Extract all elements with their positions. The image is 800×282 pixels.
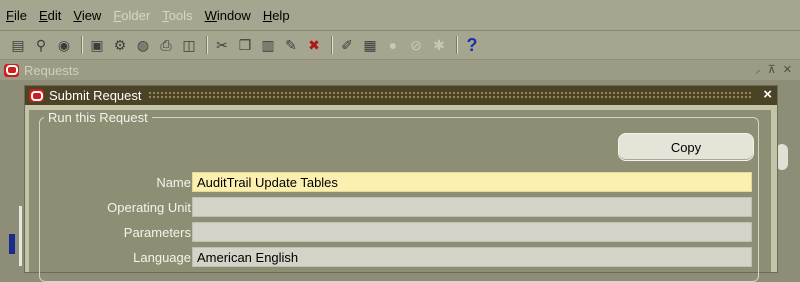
menu-view[interactable]: View	[67, 8, 107, 23]
menu-folder: Folder	[113, 7, 151, 23]
background-record-indicator	[9, 234, 15, 254]
cut-icon[interactable]: ✂	[212, 35, 232, 55]
toolbar-separator	[206, 36, 208, 54]
name-label: Name	[156, 175, 191, 190]
operating-unit-row: Operating Unit	[29, 197, 769, 219]
zoom-icon[interactable]: ▦	[360, 35, 380, 55]
toolbar-separator	[81, 36, 83, 54]
navigator-icon[interactable]: ◉	[54, 35, 74, 55]
menu-bar: File Edit View Folder Tools Window Help	[0, 0, 800, 31]
copy-button[interactable]: Copy	[618, 133, 754, 161]
oracle-icon	[4, 63, 19, 77]
next-step-icon[interactable]: ⚙	[110, 35, 130, 55]
group-legend: Run this Request	[48, 110, 148, 125]
clear-record-icon[interactable]: ✎	[281, 35, 301, 55]
parameters-label: Parameters	[123, 225, 191, 240]
background-record-border	[19, 206, 22, 266]
delete-record-icon[interactable]: ✖	[304, 35, 324, 55]
dialog-body: Run this Request Copy Name AuditTrail Up…	[29, 110, 771, 282]
menu-tools: Tools	[162, 7, 193, 23]
menu-edit[interactable]: Edit	[33, 8, 67, 23]
parameters-field[interactable]	[192, 222, 752, 242]
parameters-row: Parameters	[29, 222, 769, 244]
name-row: Name AuditTrail Update Tables	[29, 172, 769, 194]
close-form-icon[interactable]: ◫	[179, 35, 199, 55]
attachments-icon: ⊘	[410, 36, 422, 53]
help-icon[interactable]: ?	[462, 35, 482, 55]
window-controls[interactable]: ⸝ ⊼ ✕	[755, 62, 794, 77]
toolbar: ▤ ⚲ ◉ ▣ ⚙ ◍ ⎙ ◫ ✂ ❐ ▥ ✎ ✖ ✐ ▦ ● ⊘ ✱ ?	[0, 31, 800, 59]
save-icon[interactable]: ▣	[87, 35, 107, 55]
menu-window[interactable]: Window	[199, 8, 257, 23]
close-icon[interactable]: ×	[763, 86, 772, 103]
copy-icon[interactable]: ❐	[235, 35, 255, 55]
paste-icon[interactable]: ▥	[258, 35, 278, 55]
name-field[interactable]: AuditTrail Update Tables	[192, 172, 752, 192]
switch-responsibility-icon[interactable]: ◍	[133, 35, 153, 55]
operating-unit-field[interactable]	[192, 197, 752, 217]
language-field[interactable]: American English	[192, 247, 752, 267]
menu-file[interactable]: File	[0, 8, 33, 23]
dialog-title: Submit Request	[49, 88, 148, 103]
folder-tools-icon: ✱	[433, 36, 445, 53]
oracle-icon	[29, 89, 44, 102]
submit-request-dialog: Submit Request × Run this Request Copy N…	[24, 85, 778, 282]
translations-icon: ●	[388, 37, 398, 53]
language-row: Language American English	[29, 247, 769, 269]
language-label: Language	[133, 250, 191, 265]
titlebar-drag-pattern	[147, 91, 753, 100]
dialog-titlebar[interactable]: Submit Request ×	[25, 86, 777, 105]
edit-field-icon[interactable]: ✐	[337, 35, 357, 55]
menu-help[interactable]: Help	[257, 8, 296, 23]
requests-window-title: Requests	[24, 62, 79, 78]
requests-window-titlebar: Requests ⸝ ⊼ ✕	[0, 60, 800, 80]
new-icon[interactable]: ▤	[8, 35, 28, 55]
print-icon[interactable]: ⎙	[156, 35, 176, 55]
find-icon[interactable]: ⚲	[31, 35, 51, 55]
toolbar-separator	[456, 36, 458, 54]
operating-unit-label: Operating Unit	[107, 200, 191, 215]
toolbar-separator	[331, 36, 333, 54]
